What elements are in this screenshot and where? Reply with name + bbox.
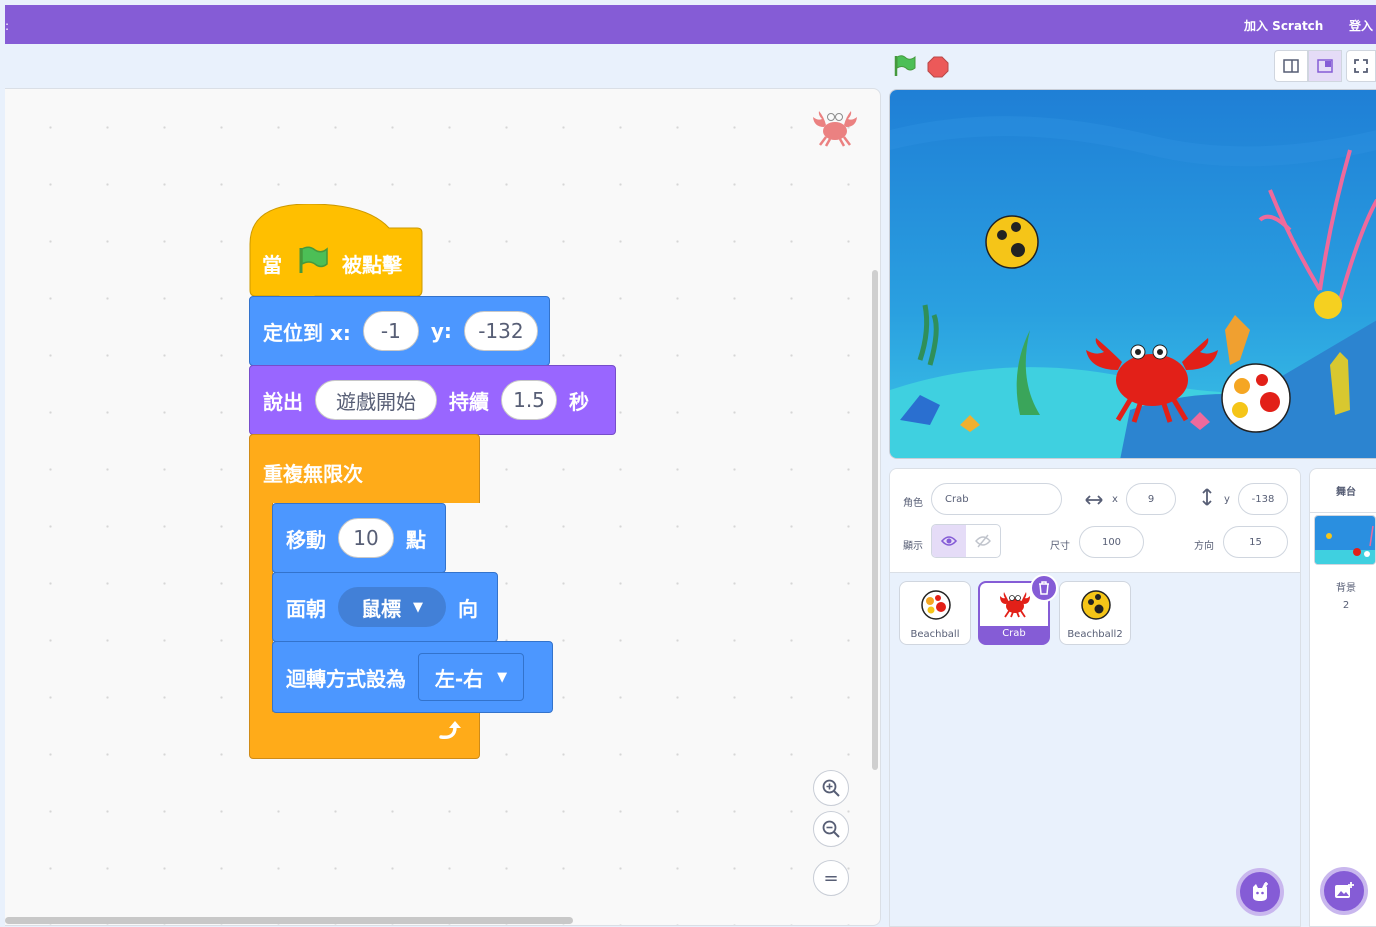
dropdown-arrow-icon: ▼ <box>497 669 508 685</box>
normal-stage-icon <box>1317 59 1333 73</box>
goto-label: 定位到 x: <box>263 320 351 345</box>
forever-label: 重複無限次 <box>263 462 363 486</box>
x-input[interactable]: 9 <box>1126 483 1176 515</box>
horizontal-scrollbar[interactable] <box>5 917 573 924</box>
for-label: 持續 <box>449 389 489 414</box>
trash-icon <box>1039 581 1049 595</box>
size-label: 尺寸 <box>1050 541 1070 552</box>
move-steps-input[interactable]: 10 <box>338 518 394 558</box>
sprite-name-input[interactable]: Crab <box>931 483 1062 515</box>
backdrops-label: 背景 <box>1336 583 1356 594</box>
visibility-toggle <box>931 524 1001 558</box>
size-input[interactable]: 100 <box>1079 526 1144 558</box>
add-backdrop-button[interactable] <box>1320 867 1368 915</box>
sprite-label: 角色 <box>903 498 923 509</box>
zoom-out-button[interactable] <box>813 811 849 847</box>
point-target-dropdown[interactable]: 鼠標 ▼ <box>338 587 446 627</box>
normal-stage-button[interactable] <box>1308 50 1342 82</box>
menu-bar: : 加入 Scratch 登入 <box>5 5 1376 44</box>
direction-label: 方向 <box>1194 541 1214 552</box>
sprite-pane: 角色 Crab x 9 y -138 顯示 尺寸 100 方向 15 Beach… <box>889 468 1301 927</box>
vertical-scrollbar[interactable] <box>872 270 878 770</box>
add-backdrop-icon <box>1335 882 1354 898</box>
eye-hidden-icon <box>975 534 991 548</box>
sprite-tile-name: Beachball <box>910 629 960 640</box>
fullscreen-icon <box>1354 59 1368 73</box>
loop-arrow-icon <box>437 719 465 748</box>
when-flag-clicked-block[interactable]: 當 被點擊 <box>249 204 423 298</box>
zoom-out-icon <box>822 820 840 838</box>
clicked-label: 被點擊 <box>342 253 402 277</box>
green-flag-icon <box>297 245 329 280</box>
stage-layout-buttons <box>1274 50 1376 82</box>
show-sprite-button[interactable] <box>932 525 966 557</box>
stage-selector[interactable]: 舞台 背景 2 <box>1309 468 1376 927</box>
beachball2-thumbnail-icon <box>1081 590 1111 620</box>
hide-sprite-button[interactable] <box>966 525 1000 557</box>
goto-x-input[interactable]: -1 <box>362 311 419 351</box>
sprite-tile-name: Beachball2 <box>1067 629 1123 640</box>
sprite-watermark-icon <box>808 107 862 147</box>
stage-thumbnail[interactable] <box>1314 515 1376 565</box>
rotation-style-dropdown[interactable]: 左-右 ▼ <box>418 653 524 701</box>
secs-label: 秒 <box>569 389 589 414</box>
add-sprite-icon <box>1253 882 1268 901</box>
move-steps-block[interactable]: 移動 10 點 <box>272 503 446 573</box>
small-stage-button[interactable] <box>1274 50 1308 82</box>
green-flag-icon <box>894 55 916 76</box>
backdrop-thumbnail-icon <box>1315 516 1375 564</box>
say-label: 說出 <box>263 389 303 414</box>
sprite-info: 角色 Crab x 9 y -138 顯示 尺寸 100 方向 15 <box>890 469 1300 573</box>
y-arrows-icon <box>1201 487 1213 511</box>
crab-thumbnail-icon <box>1000 592 1030 618</box>
set-rotation-style-block[interactable]: 迴轉方式設為 左-右 ▼ <box>272 641 553 713</box>
add-sprite-button[interactable] <box>1236 868 1284 916</box>
rotation-style-value: 左-右 <box>434 666 484 691</box>
move-label: 移動 <box>286 527 326 552</box>
when-label: 當 <box>262 253 282 277</box>
x-arrows-icon <box>1084 491 1104 510</box>
goto-y-label: y: <box>430 319 452 343</box>
delete-sprite-button[interactable] <box>1030 574 1058 602</box>
y-input[interactable]: -138 <box>1238 483 1288 515</box>
towards-label: 向 <box>458 596 478 621</box>
goto-y-input[interactable]: -132 <box>463 311 538 351</box>
y-label: y <box>1224 494 1230 505</box>
sprite-tile-beachball2[interactable]: Beachball2 <box>1059 581 1131 645</box>
green-flag-button[interactable] <box>893 54 917 78</box>
steps-label: 點 <box>406 527 426 552</box>
sign-in-link[interactable]: 登入 <box>1349 17 1373 34</box>
stage-canvas[interactable] <box>889 89 1376 459</box>
point-label: 面朝 <box>286 596 326 621</box>
direction-input[interactable]: 15 <box>1223 526 1288 558</box>
menu-marker: : <box>5 19 10 33</box>
zoom-reset-icon: = <box>823 867 839 889</box>
dropdown-arrow-icon: ▼ <box>413 599 423 615</box>
fullscreen-button[interactable] <box>1346 50 1376 82</box>
say-text-input[interactable]: 遊戲開始 <box>315 380 437 420</box>
beachball-thumbnail-icon <box>921 590 951 620</box>
sprite-tile-beachball[interactable]: Beachball <box>899 581 971 645</box>
code-workspace[interactable]: 當 被點擊 定位到 x: -1 y: -132 說出 遊戲開始 持續 1.5 秒… <box>5 88 881 926</box>
backdrops-count: 2 <box>1342 600 1350 611</box>
eye-icon <box>941 536 957 546</box>
say-for-secs-block[interactable]: 說出 遊戲開始 持續 1.5 秒 <box>249 365 616 435</box>
point-towards-block[interactable]: 面朝 鼠標 ▼ 向 <box>272 572 498 642</box>
point-target-value: 鼠標 <box>361 596 401 621</box>
x-label: x <box>1112 494 1118 505</box>
show-label: 顯示 <box>903 541 923 552</box>
small-stage-icon <box>1283 59 1299 73</box>
stop-icon <box>927 56 949 78</box>
stage-title: 舞台 <box>1310 469 1376 513</box>
goto-xy-block[interactable]: 定位到 x: -1 y: -132 <box>249 296 550 366</box>
zoom-reset-button[interactable]: = <box>813 860 849 896</box>
zoom-in-icon <box>822 779 840 797</box>
zoom-in-button[interactable] <box>813 770 849 806</box>
stop-button[interactable] <box>927 56 949 78</box>
join-scratch-link[interactable]: 加入 Scratch <box>1244 17 1323 34</box>
underwater-backdrop <box>890 90 1376 458</box>
rotation-label: 迴轉方式設為 <box>286 666 406 691</box>
say-secs-input[interactable]: 1.5 <box>501 380 557 420</box>
sprite-tile-name: Crab <box>1002 628 1026 639</box>
